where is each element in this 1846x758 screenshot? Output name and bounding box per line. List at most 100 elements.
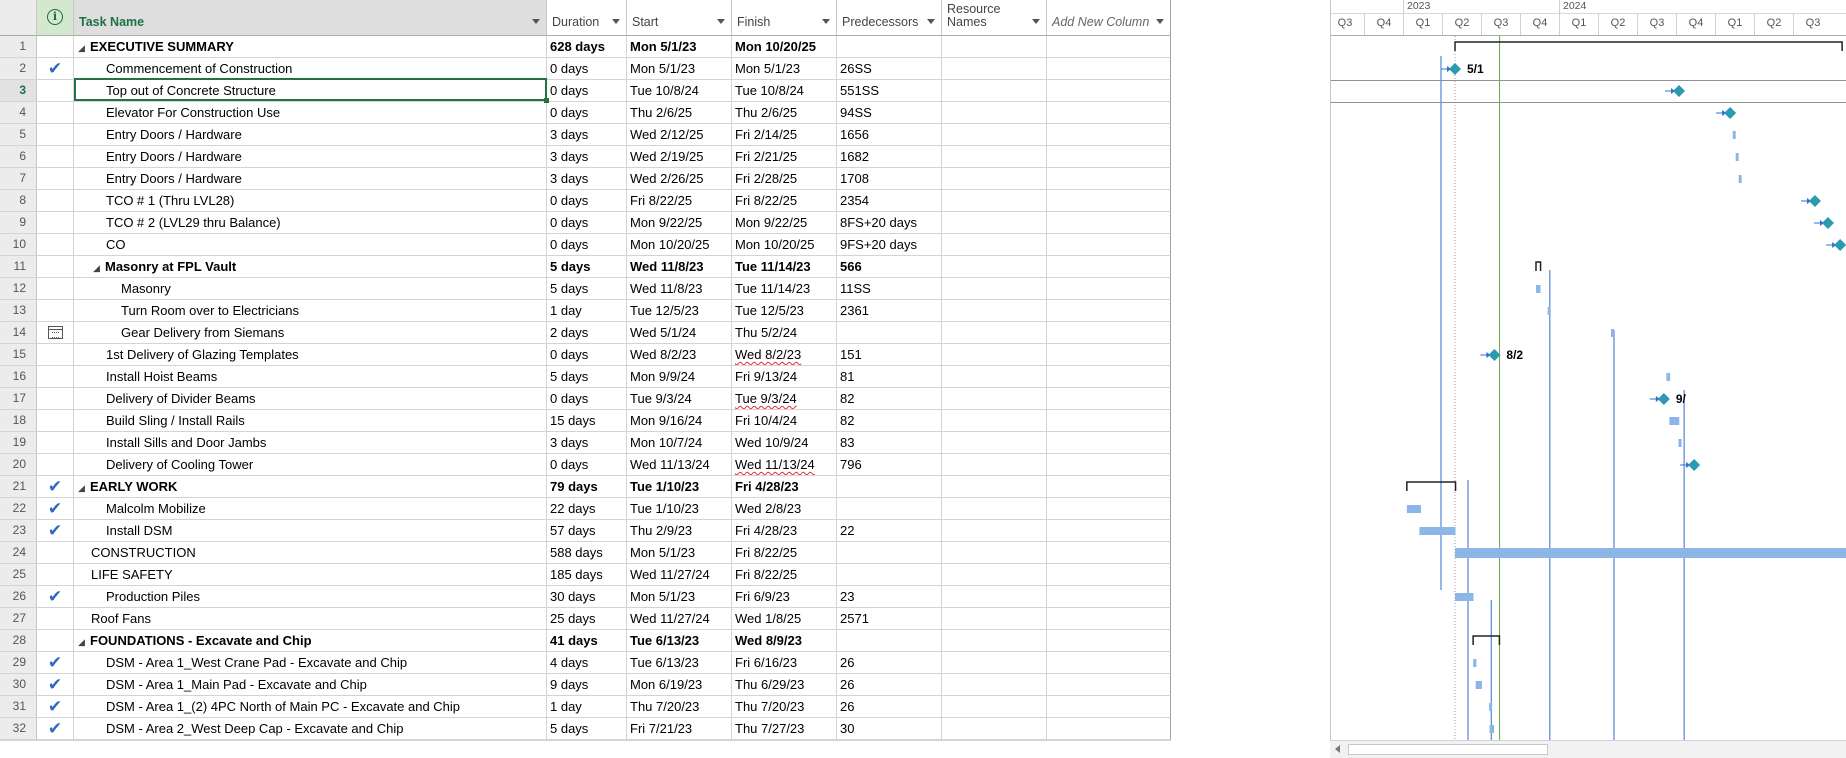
task-row[interactable]: 15 1st Delivery of Glazing Templates 0 day…: [0, 344, 1171, 366]
start-cell[interactable]: Mon 6/19/23: [627, 674, 732, 696]
task-row[interactable]: 20 Delivery of Cooling Tower 0 days Wed 11/…: [0, 454, 1171, 476]
task-name-cell[interactable]: TCO # 2 (LVL29 thru Balance): [74, 212, 547, 234]
new-column-cell[interactable]: [1047, 652, 1171, 674]
resource-names-cell[interactable]: [942, 542, 1047, 564]
new-column-cell[interactable]: [1047, 520, 1171, 542]
task-row[interactable]: 7 Entry Doors / Hardware 3 days Wed 2/26/25…: [0, 168, 1171, 190]
duration-cell[interactable]: 22 days: [547, 498, 627, 520]
resource-names-cell[interactable]: [942, 652, 1047, 674]
collapse-toggle-icon[interactable]: ◢: [78, 38, 90, 57]
predecessors-cell[interactable]: [837, 542, 942, 564]
duration-cell[interactable]: 25 days: [547, 608, 627, 630]
predecessors-cell[interactable]: 796: [837, 454, 942, 476]
start-cell[interactable]: Tue 6/13/23: [627, 630, 732, 652]
task-row[interactable]: 21 ✔ ◢ EARLY WORK 79 days Tue 1/10/23 Fri 4/28…: [0, 476, 1171, 498]
task-row[interactable]: 12 Masonry 5 days Wed 11/8/23 Tue 11/14/23 11…: [0, 278, 1171, 300]
predecessors-cell[interactable]: 151: [837, 344, 942, 366]
row-number[interactable]: 31: [0, 696, 37, 718]
predecessors-cell[interactable]: 566: [837, 256, 942, 278]
predecessors-cell[interactable]: [837, 36, 942, 58]
finish-cell[interactable]: Thu 7/20/23: [732, 696, 837, 718]
duration-cell[interactable]: 0 days: [547, 102, 627, 124]
collapse-toggle-icon[interactable]: ◢: [78, 632, 90, 651]
start-cell[interactable]: Fri 8/22/25: [627, 190, 732, 212]
finish-cell[interactable]: Tue 9/3/24: [732, 388, 837, 410]
duration-cell[interactable]: 0 days: [547, 454, 627, 476]
new-column-cell[interactable]: [1047, 58, 1171, 80]
duration-cell[interactable]: 9 days: [547, 674, 627, 696]
predecessors-cell[interactable]: 9FS+20 days: [837, 234, 942, 256]
resource-names-cell[interactable]: [942, 256, 1047, 278]
task-name-cell[interactable]: DSM - Area 1_Main Pad - Excavate and Chi…: [74, 674, 547, 696]
duration-cell[interactable]: 0 days: [547, 212, 627, 234]
task-name-cell[interactable]: Install DSM: [74, 520, 547, 542]
start-cell[interactable]: Mon 5/1/23: [627, 542, 732, 564]
predecessors-cell[interactable]: 26SS: [837, 58, 942, 80]
start-cell[interactable]: Thu 2/9/23: [627, 520, 732, 542]
row-number[interactable]: 1: [0, 36, 37, 58]
duration-cell[interactable]: 628 days: [547, 36, 627, 58]
scroll-left-arrow-icon[interactable]: [1335, 745, 1340, 753]
resource-names-cell[interactable]: [942, 674, 1047, 696]
resource-names-cell[interactable]: [942, 234, 1047, 256]
start-cell[interactable]: Wed 8/2/23: [627, 344, 732, 366]
task-name-cell[interactable]: DSM - Area 1_West Crane Pad - Excavate a…: [74, 652, 547, 674]
row-number[interactable]: 23: [0, 520, 37, 542]
start-cell[interactable]: Mon 9/22/25: [627, 212, 732, 234]
task-row[interactable]: 5 Entry Doors / Hardware 3 days Wed 2/12/25…: [0, 124, 1171, 146]
task-name-cell[interactable]: DSM - Area 1_(2) 4PC North of Main PC - …: [74, 696, 547, 718]
duration-cell[interactable]: 1 day: [547, 696, 627, 718]
new-column-cell[interactable]: [1047, 234, 1171, 256]
finish-cell[interactable]: Fri 9/13/24: [732, 366, 837, 388]
finish-cell[interactable]: Wed 10/9/24: [732, 432, 837, 454]
duration-cell[interactable]: 0 days: [547, 388, 627, 410]
new-column-cell[interactable]: [1047, 542, 1171, 564]
resource-names-cell[interactable]: [942, 498, 1047, 520]
start-cell[interactable]: Wed 11/13/24: [627, 454, 732, 476]
row-number[interactable]: 7: [0, 168, 37, 190]
grid-horizontal-scrollbar[interactable]: [0, 740, 1171, 758]
resource-names-cell[interactable]: [942, 190, 1047, 212]
resource-names-cell[interactable]: [942, 58, 1047, 80]
new-column-cell[interactable]: [1047, 212, 1171, 234]
new-column-cell[interactable]: [1047, 80, 1171, 102]
row-number[interactable]: 22: [0, 498, 37, 520]
predecessors-cell[interactable]: 2571: [837, 608, 942, 630]
start-cell[interactable]: Wed 11/27/24: [627, 564, 732, 586]
task-name-column-header[interactable]: Task Name: [74, 0, 547, 36]
start-cell[interactable]: Thu 7/20/23: [627, 696, 732, 718]
predecessors-cell[interactable]: [837, 630, 942, 652]
duration-column-header[interactable]: Duration: [547, 0, 627, 36]
resource-names-column-header[interactable]: Resource Names: [942, 0, 1047, 36]
row-number[interactable]: 24: [0, 542, 37, 564]
finish-filter-dropdown[interactable]: [822, 19, 830, 24]
collapse-toggle-icon[interactable]: ◢: [93, 258, 105, 277]
task-name-cell[interactable]: Commencement of Construction: [74, 58, 547, 80]
resource-names-cell[interactable]: [942, 168, 1047, 190]
duration-cell[interactable]: 5 days: [547, 718, 627, 740]
finish-cell[interactable]: Mon 5/1/23: [732, 58, 837, 80]
new-column-cell[interactable]: [1047, 498, 1171, 520]
new-column-cell[interactable]: [1047, 476, 1171, 498]
task-row[interactable]: 17 Delivery of Divider Beams 0 days Tue 9/3…: [0, 388, 1171, 410]
task-name-cell[interactable]: Install Sills and Door Jambs: [74, 432, 547, 454]
duration-cell[interactable]: 30 days: [547, 586, 627, 608]
task-row[interactable]: 1 ◢ EXECUTIVE SUMMARY 628 days Mon 5/1/23 Mon…: [0, 36, 1171, 58]
resource-names-cell[interactable]: [942, 80, 1047, 102]
start-cell[interactable]: Wed 11/27/24: [627, 608, 732, 630]
row-number[interactable]: 9: [0, 212, 37, 234]
task-name-cell[interactable]: Delivery of Cooling Tower: [74, 454, 547, 476]
task-name-cell[interactable]: TCO # 1 (Thru LVL28): [74, 190, 547, 212]
select-all-corner[interactable]: [0, 0, 37, 36]
task-row[interactable]: 9 TCO # 2 (LVL29 thru Balance) 0 days Mon 9…: [0, 212, 1171, 234]
finish-cell[interactable]: Fri 2/28/25: [732, 168, 837, 190]
row-number[interactable]: 6: [0, 146, 37, 168]
finish-cell[interactable]: Thu 5/2/24: [732, 322, 837, 344]
task-row[interactable]: 8 TCO # 1 (Thru LVL28) 0 days Fri 8/22/25 Fr…: [0, 190, 1171, 212]
new-column-cell[interactable]: [1047, 146, 1171, 168]
finish-cell[interactable]: Fri 8/22/25: [732, 564, 837, 586]
new-column-cell[interactable]: [1047, 718, 1171, 740]
start-cell[interactable]: Mon 9/16/24: [627, 410, 732, 432]
task-name-cell[interactable]: Elevator For Construction Use: [74, 102, 547, 124]
predecessors-filter-dropdown[interactable]: [927, 19, 935, 24]
